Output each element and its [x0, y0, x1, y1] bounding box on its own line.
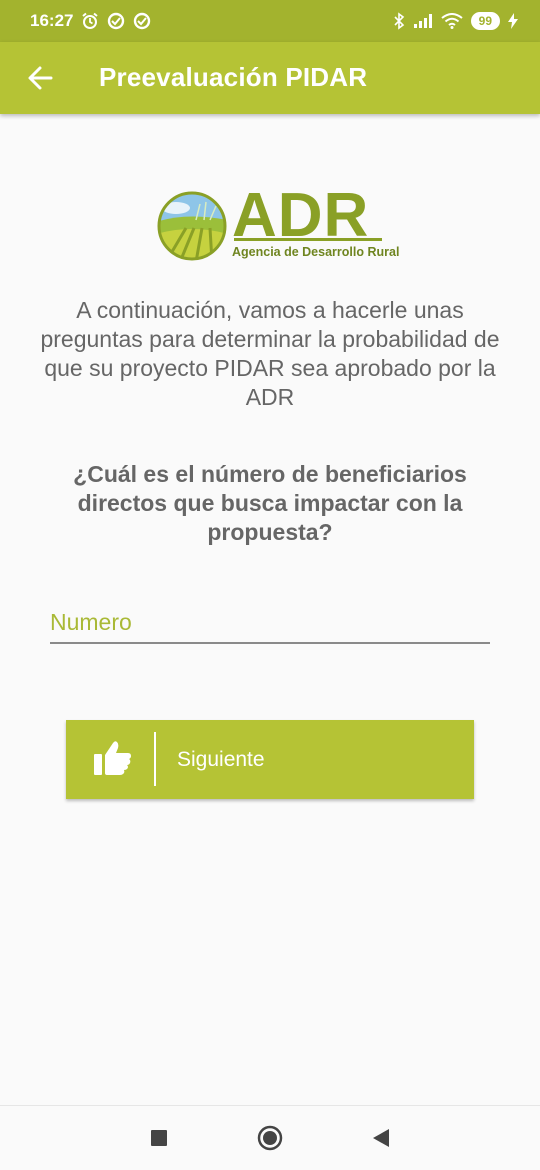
status-time: 16:27	[30, 11, 74, 30]
system-nav-bar	[0, 1105, 540, 1170]
back-triangle-icon	[373, 1129, 389, 1147]
next-button-label: Siguiente	[177, 748, 265, 771]
logo-emblem-icon	[157, 191, 227, 261]
arrow-left-icon	[28, 66, 53, 90]
status-left: 16:27	[30, 11, 151, 31]
data-saver-icon	[107, 12, 125, 30]
bolt-icon	[508, 13, 518, 29]
back-nav-button[interactable]	[351, 1106, 411, 1170]
status-bar: 16:27 99	[0, 0, 540, 42]
data-saver-icon	[133, 12, 151, 30]
home-circle-icon	[257, 1125, 283, 1151]
next-button[interactable]: Siguiente	[66, 720, 474, 799]
signal-icon	[413, 13, 433, 29]
logo-underline	[234, 238, 382, 241]
wifi-icon	[441, 13, 463, 29]
status-right: 99	[393, 12, 518, 30]
number-field-wrapper	[50, 604, 490, 644]
recents-square-icon	[151, 1130, 167, 1146]
recents-button[interactable]	[129, 1106, 189, 1170]
adr-logo: ADR Agencia de Desarrollo Rural	[156, 181, 399, 264]
number-input[interactable]	[50, 604, 490, 640]
question-text: ¿Cuál es el número de beneficiarios dire…	[73, 461, 467, 545]
intro-text: A continuación, vamos a hacerle unas pre…	[40, 297, 500, 410]
back-button[interactable]	[22, 60, 58, 96]
battery-indicator: 99	[470, 12, 500, 30]
home-button[interactable]	[240, 1106, 300, 1170]
thumbs-up-icon	[94, 741, 131, 775]
alarm-icon	[81, 12, 99, 30]
logo-subtitle: Agencia de Desarrollo Rural	[232, 245, 400, 259]
bluetooth-icon	[393, 12, 405, 30]
page-title: Preevaluación PIDAR	[99, 62, 368, 92]
app-bar: Preevaluación PIDAR	[0, 42, 540, 114]
button-divider	[154, 732, 156, 786]
